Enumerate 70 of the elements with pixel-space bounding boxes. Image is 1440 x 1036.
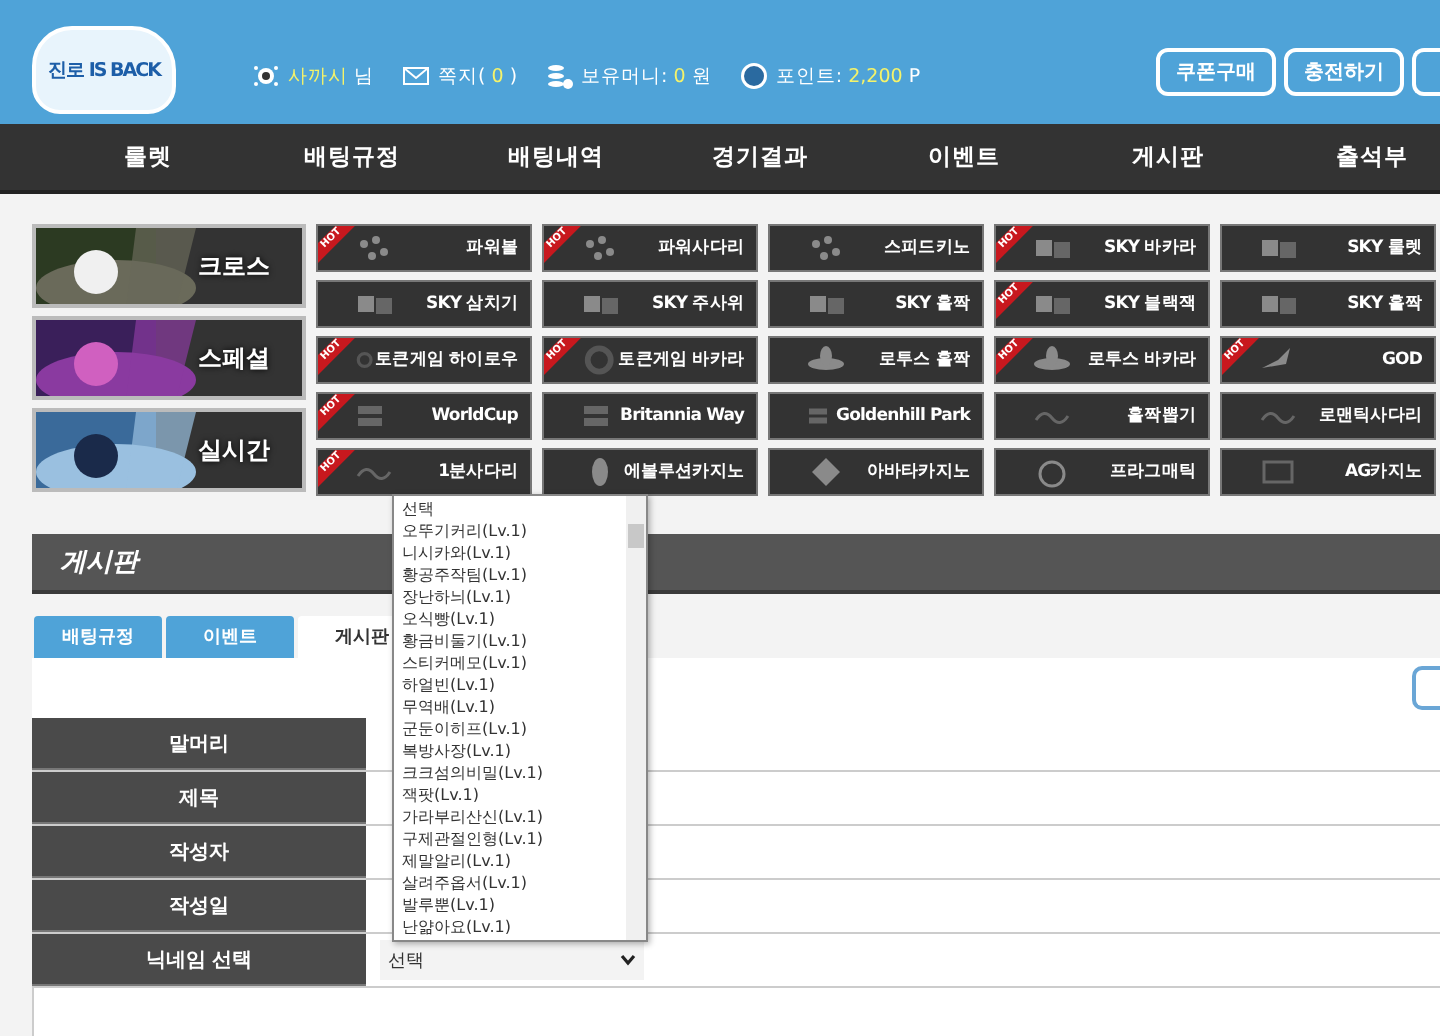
game-tile[interactable]: AG카지노 xyxy=(1220,448,1436,496)
field-label: 작성일 xyxy=(32,880,366,932)
game-logo-icon xyxy=(806,232,846,264)
game-tile[interactable]: SKY 주사위 xyxy=(542,280,758,328)
field-label: 작성자 xyxy=(32,826,366,878)
game-tile[interactable]: 아바타카지노 xyxy=(768,448,984,496)
category-banner[interactable]: 스페셜 xyxy=(32,316,306,400)
nav-item[interactable]: 이벤트 xyxy=(862,124,1066,190)
dropdown-option[interactable]: 군둔이히프(Lv.1) xyxy=(402,718,626,740)
mail-icon xyxy=(402,62,431,90)
nav-item[interactable]: 배팅규정 xyxy=(250,124,454,190)
dropdown-option[interactable]: 무역배(Lv.1) xyxy=(402,696,626,718)
nav-item[interactable]: 배팅내역 xyxy=(454,124,658,190)
dropdown-option[interactable]: 선택 xyxy=(402,498,626,520)
nav-item[interactable]: 게시판 xyxy=(1066,124,1270,190)
field-label: 닉네임 선택 xyxy=(32,934,366,986)
header-button[interactable] xyxy=(1412,47,1440,95)
game-tile[interactable]: SKY 홀짝 xyxy=(1220,280,1436,328)
dropdown-option[interactable]: 크크섬의비밀(Lv.1) xyxy=(402,762,626,784)
category-banner[interactable]: 크로스 xyxy=(32,224,306,308)
field-label: 말머리 xyxy=(32,718,366,770)
dropdown-option[interactable]: 장난하늬(Lv.1) xyxy=(402,586,626,608)
game-tile[interactable]: SKY 삼치기 xyxy=(316,280,532,328)
dropdown-option[interactable]: 난얆아요(Lv.1) xyxy=(402,916,626,938)
field-label: 제목 xyxy=(32,772,366,824)
dropdown-option[interactable]: 하얼빈(Lv.1) xyxy=(402,674,626,696)
nav-item[interactable]: 룰렛 xyxy=(46,124,250,190)
level-icon xyxy=(252,62,280,90)
game-tile[interactable]: 프라그매틱 xyxy=(994,448,1210,496)
nav-item[interactable]: 경기결과 xyxy=(658,124,862,190)
dropdown-option[interactable]: 구제관절인형(Lv.1) xyxy=(402,828,626,850)
user-info: 쪽지( 0 ) xyxy=(438,63,518,89)
dropdown-option[interactable]: 니시카와(Lv.1) xyxy=(402,542,626,564)
dropdown-option[interactable]: 복방사장(Lv.1) xyxy=(402,740,626,762)
dropdown-option[interactable]: 가라부리산신(Lv.1) xyxy=(402,806,626,828)
coins-icon xyxy=(545,62,574,90)
game-tile[interactable]: 에볼루션카지노 xyxy=(542,448,758,496)
game-tile[interactable]: Britannia Way xyxy=(542,392,758,440)
game-logo-icon xyxy=(580,232,620,264)
dropdown-option[interactable]: 발루뿐(Lv.1) xyxy=(402,894,626,916)
game-logo-icon xyxy=(806,344,846,376)
user-info: 사까시 님 xyxy=(288,63,375,89)
nav-item[interactable]: 출석부 xyxy=(1270,124,1440,190)
user-info: 보유머니: 0 원 xyxy=(581,63,712,89)
game-tile[interactable]: 홀짝뽑기 xyxy=(994,392,1210,440)
game-logo-icon xyxy=(354,232,394,264)
game-tile[interactable]: 로맨틱사다리 xyxy=(1220,392,1436,440)
dropdown-option[interactable]: 황공주작팀(Lv.1) xyxy=(402,564,626,586)
game-tile[interactable]: 스피드키노 xyxy=(768,224,984,272)
game-logo-icon xyxy=(1032,344,1072,376)
dropdown-option[interactable]: 스티커메모(Lv.1) xyxy=(402,652,626,674)
nickname-select[interactable]: 선택 xyxy=(380,940,644,980)
dropdown-option[interactable]: 제말알리(Lv.1) xyxy=(402,850,626,872)
user-info: 포인트: 2,200 P xyxy=(775,63,921,89)
game-tile[interactable]: SKY 홀짝 xyxy=(768,280,984,328)
point-icon xyxy=(739,62,768,90)
game-tile[interactable]: Goldenhill Park xyxy=(768,392,984,440)
game-tile[interactable]: SKY 룰렛 xyxy=(1220,224,1436,272)
game-logo-icon xyxy=(1258,456,1298,488)
site-logo[interactable]: 진로 IS BACK xyxy=(32,26,176,114)
scrollbar-thumb[interactable] xyxy=(628,524,644,548)
dropdown-option[interactable]: 잭팟(Lv.1) xyxy=(402,784,626,806)
chevron-icon xyxy=(620,954,636,966)
game-logo-icon xyxy=(580,344,619,376)
dropdown-option[interactable]: 오뚜기커리(Lv.1) xyxy=(402,520,626,542)
dropdown-option[interactable]: 살려주옵서(Lv.1) xyxy=(402,872,626,894)
edge-button[interactable] xyxy=(1412,666,1440,710)
category-banner[interactable]: 실시간 xyxy=(32,408,306,492)
game-tile[interactable]: 로투스 홀짝 xyxy=(768,336,984,384)
board-title: 게시판 xyxy=(60,546,138,580)
